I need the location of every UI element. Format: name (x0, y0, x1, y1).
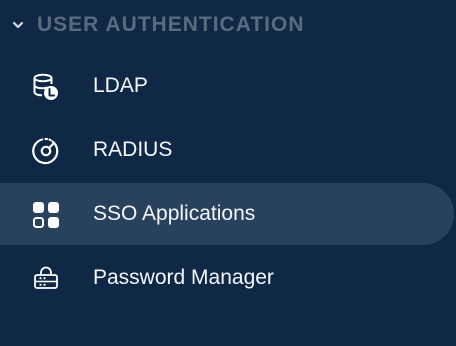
sidebar-item-radius[interactable]: RADIUS (0, 119, 454, 181)
ldap-database-icon (33, 73, 58, 100)
sidebar-item-ldap[interactable]: LDAP (0, 55, 454, 117)
section-header-user-authentication[interactable]: USER AUTHENTICATION (0, 0, 456, 50)
sidebar-item-label: SSO Applications (93, 202, 256, 225)
sidebar-item-label: Password Manager (93, 266, 274, 289)
sidebar-item-label: RADIUS (93, 138, 173, 161)
radius-icon (32, 137, 59, 165)
sidebar-item-password-manager[interactable]: Password Manager (0, 247, 454, 309)
sidebar-item-sso-applications[interactable]: SSO Applications (0, 183, 454, 245)
password-manager-icon (34, 266, 58, 289)
grid-apps-icon (33, 202, 59, 228)
chevron-down-icon (12, 21, 24, 29)
section-title: USER AUTHENTICATION (37, 13, 305, 36)
sidebar-item-label: LDAP (93, 74, 148, 97)
